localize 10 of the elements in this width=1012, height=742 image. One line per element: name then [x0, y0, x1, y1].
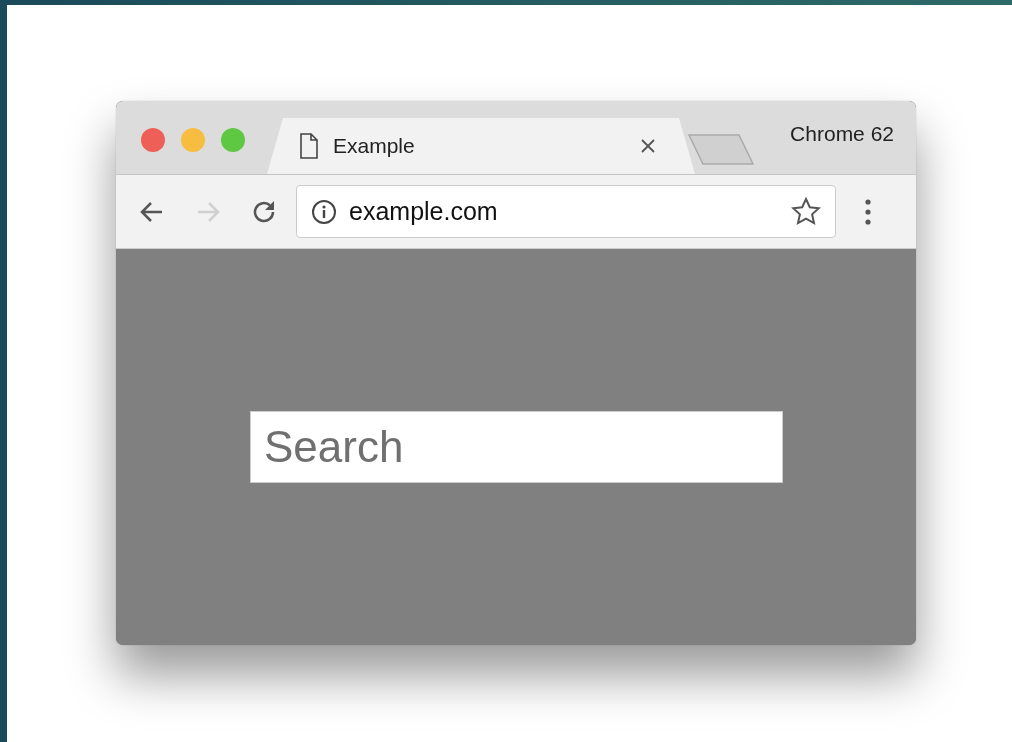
close-icon[interactable] [641, 139, 655, 153]
page-icon [299, 133, 319, 159]
search-field[interactable]: Search [250, 411, 783, 483]
browser-tab[interactable]: Example [267, 118, 695, 174]
menu-icon[interactable] [864, 197, 872, 226]
url-text: example.com [349, 197, 499, 226]
window-title: Chrome 62 [790, 121, 894, 146]
info-icon[interactable] [311, 198, 337, 225]
star-icon[interactable] [791, 196, 821, 227]
address-bar[interactable]: example.com [296, 185, 836, 238]
